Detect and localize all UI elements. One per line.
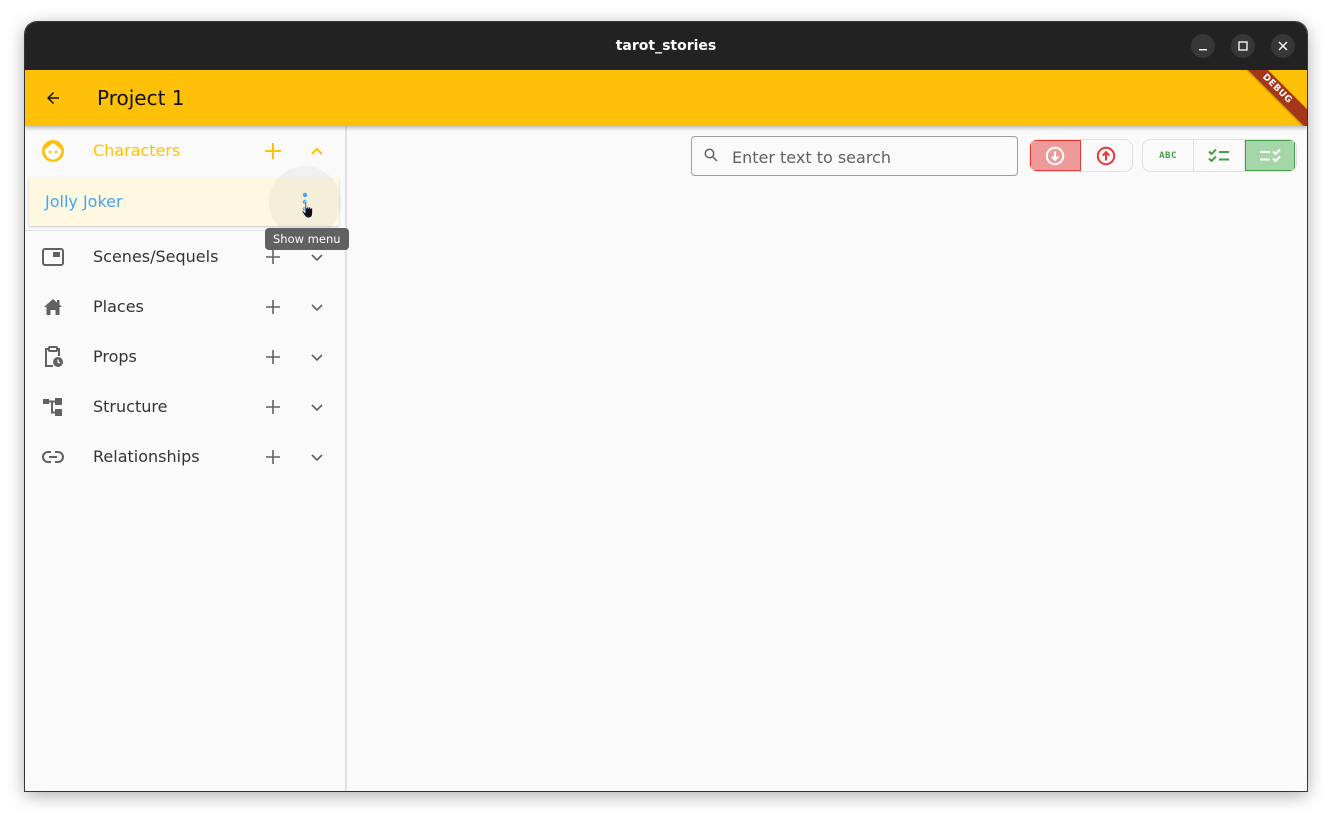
sidebar-section-label: Scenes/Sequels bbox=[93, 247, 219, 266]
add-prop-button[interactable] bbox=[261, 345, 285, 369]
chevron-down-icon bbox=[311, 454, 323, 462]
page-title: Project 1 bbox=[97, 86, 185, 110]
sidebar-section-label: Props bbox=[93, 347, 137, 366]
plus-icon bbox=[266, 300, 280, 314]
sort-descending-button[interactable] bbox=[1030, 140, 1081, 171]
close-button[interactable] bbox=[1271, 34, 1295, 58]
checklist-view-button[interactable] bbox=[1194, 140, 1245, 171]
show-menu-tooltip: Show menu bbox=[265, 228, 349, 250]
home-icon bbox=[41, 295, 65, 319]
search-field[interactable] bbox=[691, 136, 1018, 177]
link-icon bbox=[41, 445, 65, 469]
arrow-circle-up-icon bbox=[1096, 146, 1116, 165]
plus-icon bbox=[265, 143, 281, 159]
expand-places-button[interactable] bbox=[305, 295, 329, 319]
plus-icon bbox=[266, 250, 280, 264]
add-place-button[interactable] bbox=[261, 295, 285, 319]
add-structure-button[interactable] bbox=[261, 395, 285, 419]
sidebar-section-relationships[interactable]: Relationships bbox=[25, 432, 345, 482]
sidebar-section-label: Characters bbox=[93, 141, 181, 160]
expand-props-button[interactable] bbox=[305, 345, 329, 369]
chevron-up-icon bbox=[311, 147, 323, 155]
close-icon bbox=[1278, 41, 1288, 51]
abc-view-button[interactable]: ABC bbox=[1143, 140, 1194, 171]
sort-ascending-button[interactable] bbox=[1081, 140, 1131, 171]
checklist-icon bbox=[1208, 148, 1229, 162]
back-button[interactable] bbox=[39, 84, 67, 112]
chevron-down-icon bbox=[311, 404, 323, 412]
maximize-icon bbox=[1238, 41, 1248, 51]
minimize-button[interactable] bbox=[1191, 34, 1215, 58]
search-icon bbox=[704, 148, 718, 162]
account-tree-icon bbox=[41, 395, 65, 419]
chevron-down-icon bbox=[311, 354, 323, 362]
arrow-circle-down-icon bbox=[1045, 146, 1065, 165]
chevron-down-icon bbox=[311, 304, 323, 312]
sidebar-section-label: Places bbox=[93, 297, 144, 316]
app-window: tarot_stories Project 1 DEBUG Characters bbox=[25, 22, 1307, 791]
view-toggle-group: ABC bbox=[1142, 139, 1297, 172]
search-input[interactable] bbox=[730, 137, 1014, 177]
sidebar-section-label: Relationships bbox=[93, 447, 200, 466]
sidebar-section-structure[interactable]: Structure bbox=[25, 382, 345, 432]
clipboard-clock-icon bbox=[41, 345, 65, 369]
character-name: Jolly Joker bbox=[45, 192, 123, 211]
main-content bbox=[347, 126, 1307, 791]
plus-icon bbox=[266, 350, 280, 364]
add-character-button[interactable] bbox=[261, 139, 285, 163]
face-icon bbox=[41, 139, 65, 163]
collapse-characters-button[interactable] bbox=[305, 139, 329, 163]
arrow-back-icon bbox=[47, 92, 59, 104]
app-bar: Project 1 DEBUG bbox=[25, 70, 1307, 126]
sidebar-section-label: Structure bbox=[93, 397, 168, 416]
checklist-rtl-view-button[interactable] bbox=[1245, 140, 1295, 171]
sidebar-section-props[interactable]: Props bbox=[25, 332, 345, 382]
abc-icon: ABC bbox=[1159, 150, 1177, 161]
expand-structure-button[interactable] bbox=[305, 395, 329, 419]
sort-toggle-group bbox=[1029, 139, 1133, 172]
character-list-item[interactable]: Jolly Joker bbox=[29, 166, 341, 238]
checklist-rtl-icon bbox=[1260, 148, 1281, 162]
scene-icon bbox=[41, 245, 65, 269]
add-relationship-button[interactable] bbox=[261, 445, 285, 469]
expand-relationships-button[interactable] bbox=[305, 445, 329, 469]
hand-cursor-icon bbox=[301, 200, 313, 219]
plus-icon bbox=[266, 450, 280, 464]
minimize-icon bbox=[1199, 49, 1207, 51]
window-title: tarot_stories bbox=[615, 38, 717, 54]
sidebar: Characters Jolly Joker Scenes/Sequels Pl… bbox=[25, 126, 347, 791]
plus-icon bbox=[266, 400, 280, 414]
chevron-down-icon bbox=[311, 254, 323, 262]
title-bar: tarot_stories bbox=[25, 22, 1307, 70]
maximize-button[interactable] bbox=[1231, 34, 1255, 58]
debug-banner: DEBUG bbox=[1229, 70, 1307, 126]
sidebar-section-places[interactable]: Places bbox=[25, 282, 345, 332]
